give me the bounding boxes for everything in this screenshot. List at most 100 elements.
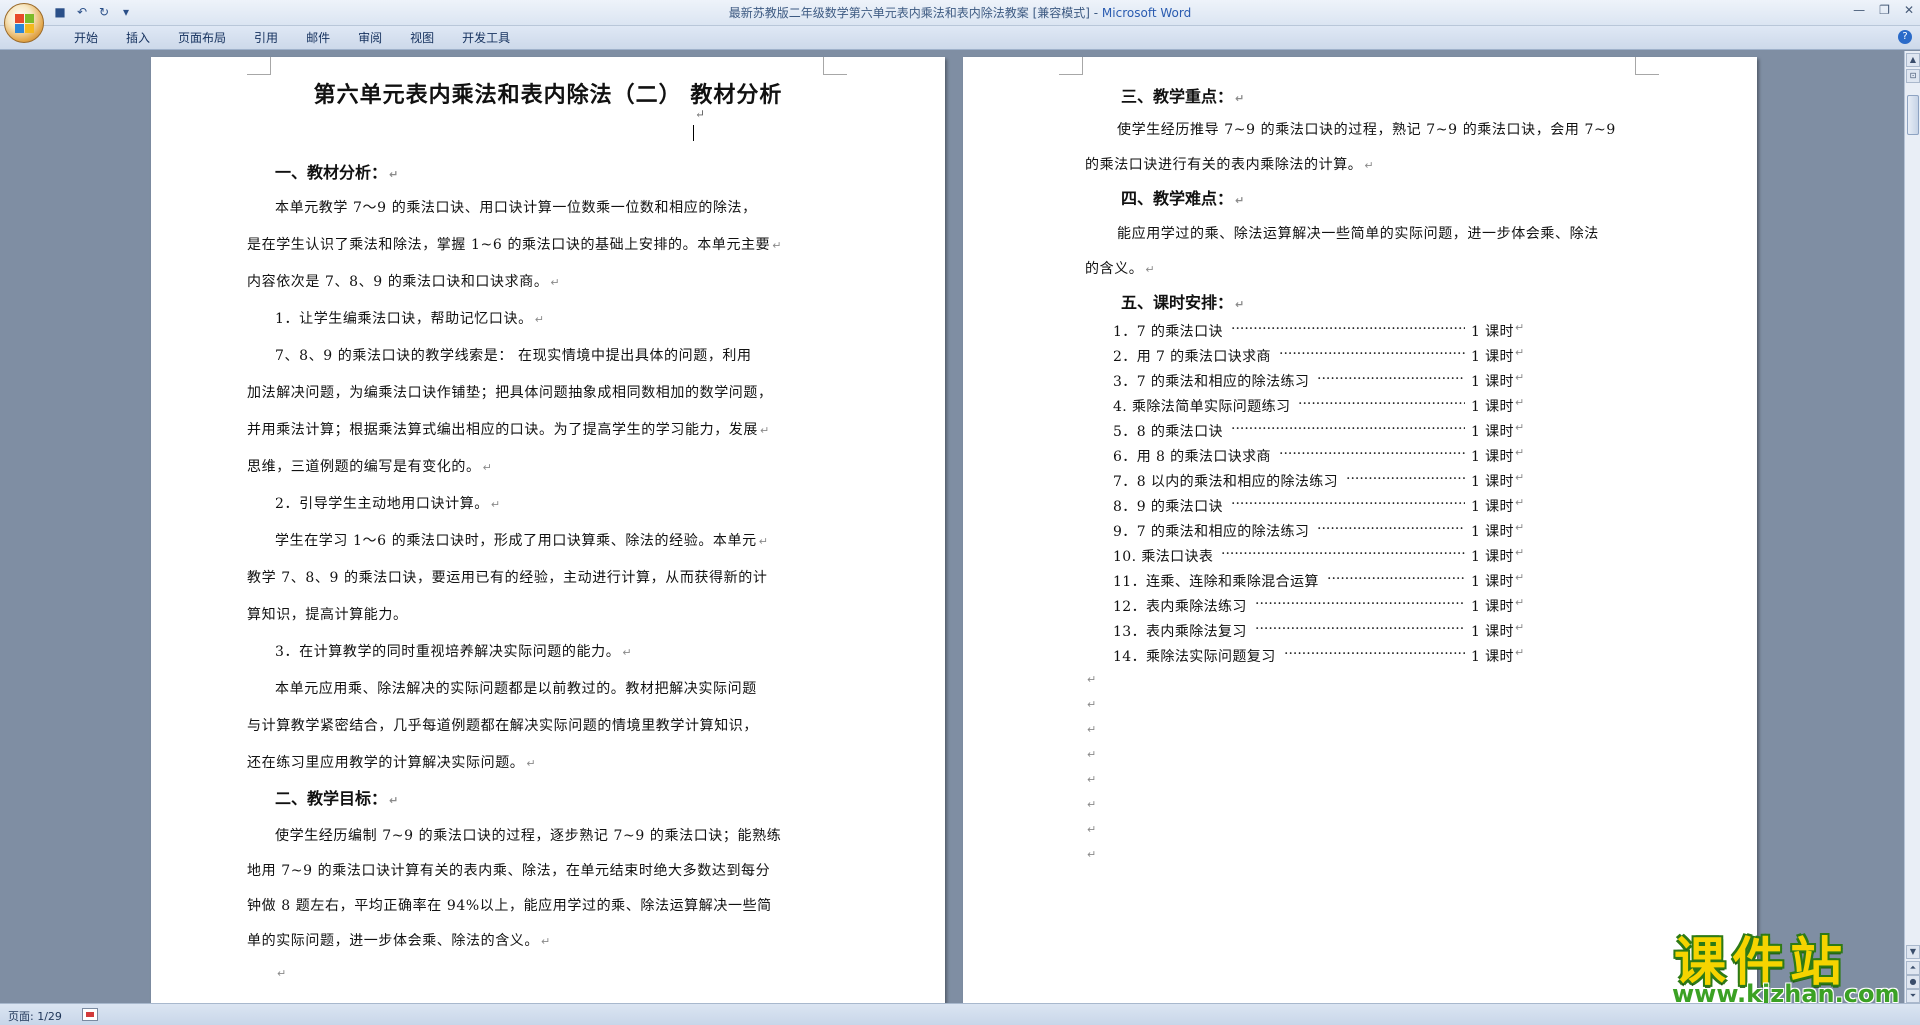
leader-dots: ········································… (1279, 446, 1465, 462)
paragraph-mark: ↵ (1515, 396, 1525, 409)
leader-dots: ········································… (1231, 496, 1465, 512)
empty-paragraph: ↵ (1087, 698, 1097, 711)
paragraph-mark: ↵ (1515, 546, 1525, 559)
office-button[interactable] (4, 3, 44, 43)
tab-insert[interactable]: 插入 (112, 30, 164, 46)
leader-dots: ········································… (1255, 596, 1465, 612)
paragraph-mark: ↵ (1515, 321, 1525, 334)
paragraph-mark: ↵ (695, 107, 706, 121)
page-2[interactable]: 三、教学重点： ↵ 使学生经历推导 7~9 的乘法口诀的过程，熟记 7~9 的乘法… (963, 57, 1757, 1003)
schedule-item-hours: 1 课时 (1471, 649, 1514, 665)
leader-dots: ········································… (1221, 546, 1465, 562)
leader-dots: ········································… (1317, 521, 1465, 537)
body-line: 学生在学习 1～6 的乘法口诀时，形成了用口诀算乘、除法的经验。本单元 ↵ (275, 533, 769, 549)
section-heading: 一、教材分析： ↵ (275, 163, 399, 182)
schedule-item-label: 9．7 的乘法和相应的除法练习 (1113, 524, 1310, 540)
schedule-item-hours: 1 课时 (1471, 324, 1514, 340)
text-caret (693, 125, 694, 141)
scrollbar-thumb[interactable] (1907, 95, 1919, 135)
empty-paragraph: ↵ (1087, 773, 1097, 786)
schedule-item-label: 3．7 的乘法和相应的除法练习 (1113, 374, 1310, 390)
tab-home[interactable]: 开始 (60, 30, 112, 46)
previous-page-icon[interactable]: ⏶ (1906, 961, 1920, 975)
tab-review[interactable]: 审阅 (344, 30, 396, 46)
document-area[interactable]: 第六单元表内乘法和表内除法（二） 教材分析 ↵ 一、教材分析： ↵ 本单元教学 7… (0, 51, 1904, 1003)
schedule-item-hours: 1 课时 (1471, 424, 1514, 440)
empty-paragraph: ↵ (1087, 848, 1097, 861)
schedule-item-hours: 1 课时 (1471, 524, 1514, 540)
paragraph-mark: ↵ (1515, 596, 1525, 609)
body-line: 加法解决问题，为编乘法口诀作铺垫；把具体问题抽象成相同数相加的数学问题， (247, 385, 773, 401)
schedule-item-hours: 1 课时 (1471, 574, 1514, 590)
empty-paragraph: ↵ (1087, 673, 1097, 686)
list-item: 3．在计算教学的同时重视培养解决实际问题的能力。 ↵ (275, 644, 633, 660)
tab-developer[interactable]: 开发工具 (448, 30, 524, 46)
schedule-item-hours: 1 课时 (1471, 599, 1514, 615)
schedule-item: 7．8 以内的乘法和相应的除法练习 ·······················… (1113, 471, 1524, 491)
body-line: 使学生经历编制 7~9 的乘法口诀的过程，逐步熟记 7~9 的乘法口诀；能熟练 (275, 828, 782, 844)
list-item: 1．让学生编乘法口诀，帮助记忆口诀。 ↵ (275, 311, 545, 327)
empty-paragraph: ↵ (1087, 798, 1097, 811)
ribbon-tabs: 开始 插入 页面布局 引用 邮件 审阅 视图 开发工具 (60, 30, 524, 46)
empty-paragraph: ↵ (1087, 748, 1097, 761)
schedule-item: 12．表内乘除法练习 ······························… (1113, 596, 1524, 616)
scroll-up-icon[interactable]: ▲ (1906, 53, 1920, 67)
proofing-icon[interactable] (82, 1008, 98, 1021)
window-title: 最新苏教版二年级数学第六单元表内乘法和表内除法教案 [兼容模式] - Micro… (0, 4, 1920, 21)
schedule-item-hours: 1 课时 (1471, 549, 1514, 565)
leader-dots: ········································… (1279, 346, 1465, 362)
schedule-item-hours: 1 课时 (1471, 349, 1514, 365)
schedule-item-label: 14．乘除法实际问题复习 (1113, 649, 1276, 665)
browse-object-icon[interactable]: ● (1906, 975, 1920, 989)
maximize-icon[interactable]: ❐ (1879, 3, 1890, 17)
empty-paragraph: ↵ (1087, 723, 1097, 736)
leader-dots: ········································… (1298, 396, 1465, 412)
page-count[interactable]: 页面: 1/29 (8, 1008, 62, 1024)
help-icon[interactable]: ? (1898, 30, 1912, 44)
tab-page-layout[interactable]: 页面布局 (164, 30, 240, 46)
body-line: 使学生经历推导 7~9 的乘法口诀的过程，熟记 7~9 的乘法口诀，会用 7~9 (1117, 122, 1616, 138)
body-line: 单的实际问题，进一步体会乘、除法的含义。 ↵ (247, 933, 551, 949)
schedule-item-hours: 1 课时 (1471, 624, 1514, 640)
empty-paragraph: ↵ (277, 967, 287, 980)
body-line: 教学 7、8、9 的乘法口诀，要运用已有的经验，主动进行计算，从而获得新的计 (247, 570, 768, 586)
schedule-item-label: 8．9 的乘法口诀 (1113, 499, 1223, 515)
minimize-icon[interactable]: — (1853, 3, 1865, 17)
body-line: 算知识，提高计算能力。 (247, 607, 408, 623)
tab-view[interactable]: 视图 (396, 30, 448, 46)
empty-paragraph: ↵ (1087, 823, 1097, 836)
app-name: Microsoft Word (1101, 6, 1192, 20)
office-logo-icon (15, 14, 35, 34)
schedule-item-label: 10. 乘法口诀表 (1113, 549, 1214, 565)
paragraph-mark: ↵ (1515, 446, 1525, 459)
body-line: 思维，三道例题的编写是有变化的。 ↵ (247, 459, 493, 475)
schedule-item-label: 6．用 8 的乘法口诀求商 (1113, 449, 1271, 465)
paragraph-mark: ↵ (1515, 571, 1525, 584)
scroll-down-icon[interactable]: ▼ (1906, 945, 1920, 959)
crop-mark (247, 57, 271, 75)
body-line: 本单元教学 7～9 的乘法口诀、用口诀计算一位数乘一位数和相应的除法， (275, 200, 757, 216)
schedule-item: 9．7 的乘法和相应的除法练习 ·························… (1113, 521, 1524, 541)
crop-mark (823, 57, 847, 75)
body-line: 本单元应用乘、除法解决的实际问题都是以前教过的。教材把解决实际问题 (275, 681, 757, 697)
document-heading: 第六单元表内乘法和表内除法（二） 教材分析 (313, 82, 783, 108)
schedule-item-label: 11．连乘、连除和乘除混合运算 (1113, 574, 1319, 590)
paragraph-mark: ↵ (1515, 346, 1525, 359)
schedule-item-label: 2．用 7 的乘法口诀求商 (1113, 349, 1271, 365)
page-1[interactable]: 第六单元表内乘法和表内除法（二） 教材分析 ↵ 一、教材分析： ↵ 本单元教学 7… (151, 57, 945, 1003)
tab-references[interactable]: 引用 (240, 30, 292, 46)
schedule-item: 10. 乘法口诀表 ·······························… (1113, 546, 1524, 566)
close-icon[interactable]: ✕ (1904, 3, 1914, 17)
ruler-toggle-icon[interactable]: ⊡ (1906, 69, 1920, 83)
body-line: 7、8、9 的乘法口诀的教学线索是： 在现实情境中提出具体的问题，利用 (275, 348, 752, 364)
leader-dots: ········································… (1327, 571, 1465, 587)
schedule-item-hours: 1 课时 (1471, 449, 1514, 465)
vertical-scrollbar[interactable]: ▲ ⊡ ▼ ⏶ ● ⏷ (1904, 51, 1920, 1003)
tab-mailings[interactable]: 邮件 (292, 30, 344, 46)
next-page-icon[interactable]: ⏷ (1906, 989, 1920, 1003)
section-heading: 五、课时安排： ↵ (1121, 293, 1245, 312)
schedule-item-label: 7．8 以内的乘法和相应的除法练习 (1113, 474, 1339, 490)
paragraph-mark: ↵ (1515, 471, 1525, 484)
schedule-item-label: 12．表内乘除法练习 (1113, 599, 1247, 615)
paragraph-mark: ↵ (1515, 421, 1525, 434)
